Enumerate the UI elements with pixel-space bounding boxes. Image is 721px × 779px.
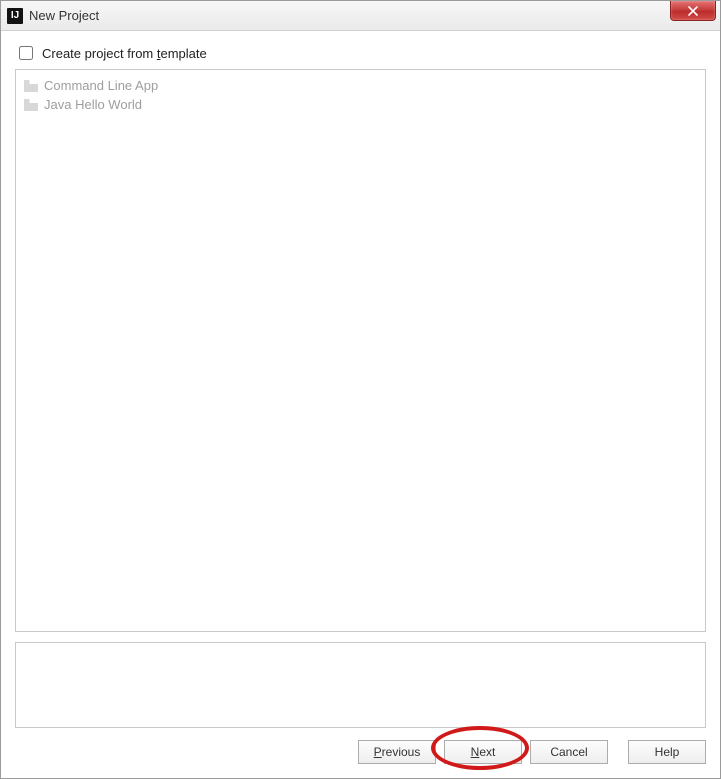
cancel-button[interactable]: Cancel: [530, 740, 608, 764]
folder-icon: [24, 99, 38, 111]
content-area: Create project from template Command Lin…: [1, 31, 720, 728]
list-item-label: Command Line App: [44, 78, 158, 93]
dialog-window: IJ New Project Create project from templ…: [0, 0, 721, 779]
list-item-label: Java Hello World: [44, 97, 142, 112]
app-icon: IJ: [7, 8, 23, 24]
create-from-template-label[interactable]: Create project from template: [42, 46, 207, 61]
titlebar: IJ New Project: [1, 1, 720, 31]
list-item[interactable]: Java Hello World: [22, 95, 699, 114]
list-item[interactable]: Command Line App: [22, 76, 699, 95]
close-button[interactable]: [670, 1, 716, 21]
create-from-template-row: Create project from template: [15, 43, 706, 63]
folder-icon: [24, 80, 38, 92]
create-from-template-checkbox[interactable]: [19, 46, 33, 60]
window-controls: [670, 1, 716, 30]
template-list[interactable]: Command Line App Java Hello World: [15, 69, 706, 632]
description-panel: [15, 642, 706, 728]
help-button[interactable]: Help: [628, 740, 706, 764]
previous-button[interactable]: Previous: [358, 740, 436, 764]
next-button[interactable]: Next: [444, 740, 522, 764]
footer-button-bar: Previous Next Cancel Help: [1, 728, 720, 778]
window-title: New Project: [29, 8, 664, 23]
